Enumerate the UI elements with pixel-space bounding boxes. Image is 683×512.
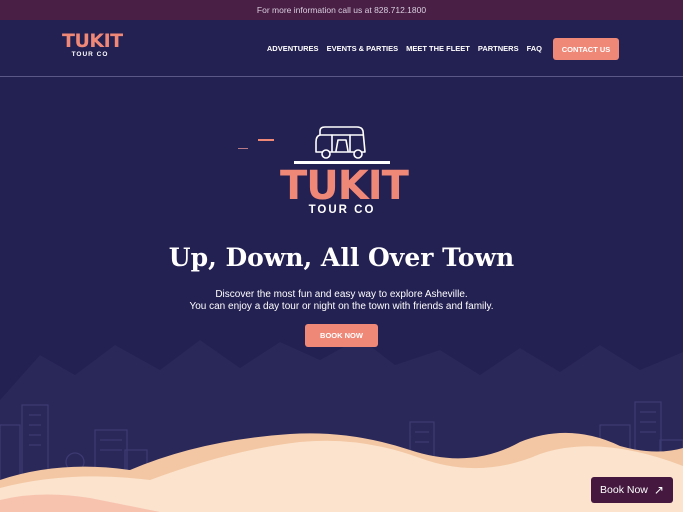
logo[interactable]: TUKIT TOUR CO <box>62 30 123 64</box>
nav-meet-the-fleet[interactable]: MEET THE FLEET <box>406 38 470 60</box>
description-line-2: You can enjoy a day tour or night on the… <box>189 301 494 312</box>
town-landscape-illustration <box>0 338 683 512</box>
tuk-tuk-icon <box>294 126 390 164</box>
top-info-bar: For more information call us at 828.712.… <box>0 0 683 20</box>
hero-description: Discover the most fun and easy way to ex… <box>0 289 683 313</box>
arrow-up-right-icon: ↗ <box>653 483 664 497</box>
hero-headline: Up, Down, All Over Town <box>168 243 515 272</box>
info-phone-text: For more information call us at 828.712.… <box>256 5 427 15</box>
main-nav: ADVENTURES EVENTS & PARTIES MEET THE FLE… <box>267 38 619 60</box>
nav-faq[interactable]: FAQ <box>527 38 542 60</box>
logo-subtitle: TOUR CO <box>71 51 109 58</box>
nav-partners[interactable]: PARTNERS <box>478 38 519 60</box>
decorative-dash <box>258 139 274 141</box>
contact-us-button[interactable]: CONTACT US <box>553 38 619 60</box>
logo-word: TUKIT <box>62 30 123 52</box>
nav-adventures[interactable]: ADVENTURES <box>267 38 319 60</box>
nav-events-parties[interactable]: EVENTS & PARTIES <box>327 38 399 60</box>
floating-book-now-button[interactable]: Book Now ↗ <box>591 477 673 503</box>
decorative-dash <box>238 148 248 149</box>
floating-book-now-label: Book Now <box>600 484 648 496</box>
hero-logo-subtitle: TOUR CO <box>308 204 376 216</box>
site-header: TUKIT TOUR CO ADVENTURES EVENTS & PARTIE… <box>0 20 683 77</box>
hero-logo-word: TUKIT <box>280 163 409 209</box>
hero-logo: TUKIT TOUR CO <box>280 124 409 224</box>
book-now-button[interactable]: BOOK NOW <box>305 324 378 347</box>
description-line-1: Discover the most fun and easy way to ex… <box>215 289 468 300</box>
